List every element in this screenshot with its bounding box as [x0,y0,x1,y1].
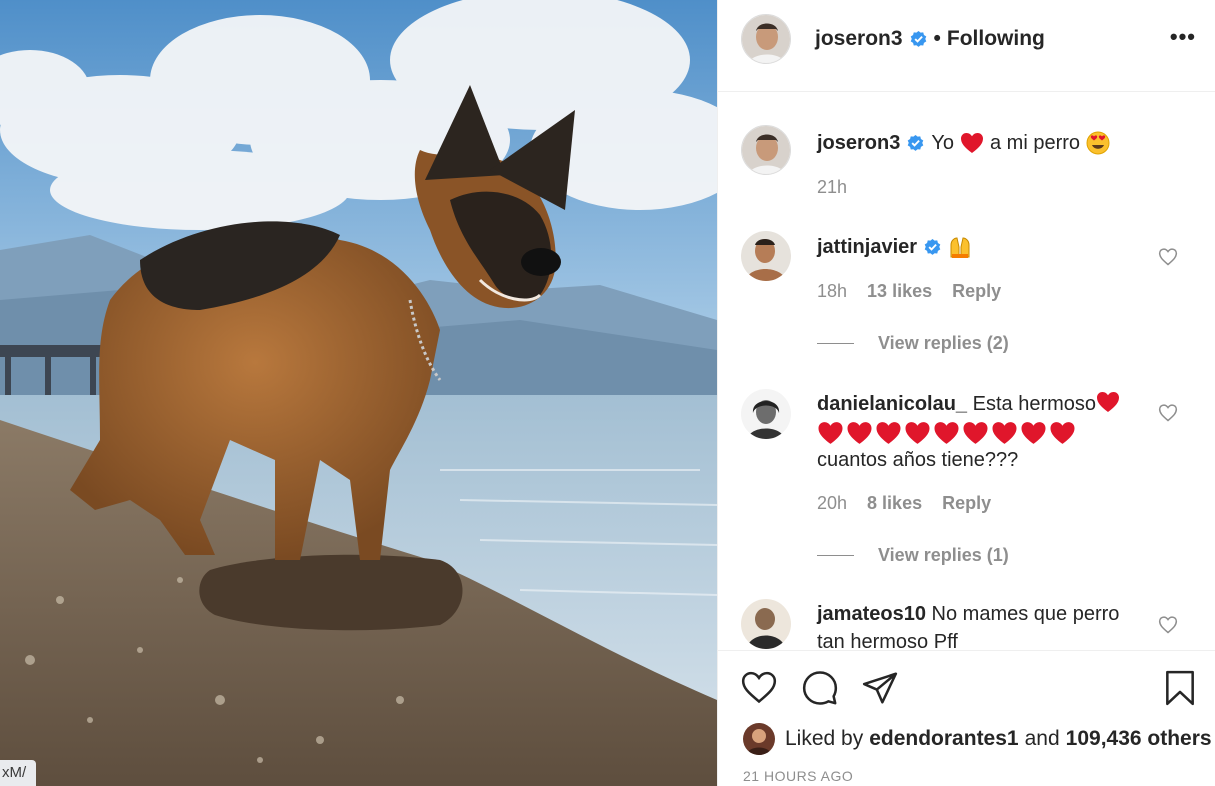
raising-hands-emoji [950,237,970,258]
author-avatar[interactable] [741,14,791,64]
caption-username[interactable]: joseron3 [817,129,900,157]
comments-list[interactable]: joseron3 Yo a mi perro 21h jattinjavier … [718,93,1215,650]
comment-like-heart-icon[interactable] [1158,403,1178,423]
liked-by-count[interactable]: 109,436 others [1066,727,1212,751]
commenter-username[interactable]: jamateos10 [817,603,926,625]
comment-meta: 20h 8 likes Reply [817,493,991,514]
view-replies-button[interactable]: View replies (2) [817,333,1009,354]
liked-by-and: and [1024,727,1060,750]
commenter-username[interactable]: jattinjavier [817,233,917,261]
caption-text-before: Yo [931,132,954,154]
red-heart-emoji [818,421,843,444]
heart-eyes-emoji [1086,131,1110,155]
caption-meta: 21h [817,177,847,198]
comment-body: Esta hermoso [972,393,1097,415]
reply-button[interactable]: Reply [952,281,1001,302]
comment-like-heart-icon[interactable] [1158,247,1178,267]
post-header: joseron3 • Following ••• [718,0,1215,92]
share-plane-icon[interactable] [861,669,899,707]
post-actions: Liked by edendorantes1 and 109,436 other… [718,650,1215,786]
verified-badge-icon [910,30,926,47]
replies-divider [817,343,854,344]
comment-bubble-icon[interactable] [801,669,839,707]
red-heart-emoji [1021,421,1046,444]
caption-text: joseron3 Yo a mi perro [817,129,1197,157]
liked-by-row: Liked by edendorantes1 and 109,436 other… [743,723,1212,755]
comment-like-heart-icon[interactable] [1158,615,1178,635]
verified-badge-icon [924,238,941,255]
comment-likes[interactable]: 8 likes [867,493,922,514]
liker-avatar[interactable] [743,723,775,755]
caption-time[interactable]: 21h [817,177,847,198]
bookmark-icon[interactable] [1161,669,1199,707]
post-timestamp[interactable]: 21 HOURS AGO [743,768,853,784]
view-replies-button[interactable]: View replies (1) [817,545,1009,566]
liked-by-user[interactable]: edendorantes1 [869,727,1018,751]
reply-button[interactable]: Reply [942,493,991,514]
commenter-avatar[interactable] [741,231,791,281]
verified-badge-icon [908,134,924,151]
heart-outline-icon[interactable] [740,669,778,707]
more-options-icon[interactable]: ••• [1170,24,1196,50]
post-photo[interactable]: xM/ [0,0,717,786]
url-chip: xM/ [0,760,37,786]
caption-avatar[interactable] [741,125,791,175]
red-heart-emoji [1097,392,1120,412]
replies-divider [817,555,854,556]
comment-time[interactable]: 20h [817,493,847,514]
comment-body-line3: cuantos años tiene??? [817,449,1019,471]
dog-photo [0,0,717,786]
commenter-username[interactable]: danielanicolau_ [817,393,967,415]
comment-likes[interactable]: 13 likes [867,281,932,302]
commenter-avatar[interactable] [741,599,791,649]
following-button[interactable]: Following [947,27,1045,51]
comment-text: jattinjavier [817,233,1147,261]
red-heart-emoji [963,421,988,444]
post-side-panel: joseron3 • Following ••• joseron3 Yo a m… [717,0,1215,786]
author-username[interactable]: joseron3 [815,27,903,51]
comment-meta: 18h 13 likes Reply [817,281,1001,302]
view-replies-label: View replies (1) [878,545,1009,565]
comment-text: jamateos10 No mames que perro tan hermos… [817,600,1147,650]
red-heart-emoji [992,421,1017,444]
red-heart-emoji [905,421,930,444]
commenter-avatar[interactable] [741,389,791,439]
header-username-row: joseron3 • Following [815,27,1045,51]
liked-by-prefix: Liked by [785,727,864,750]
caption-text-after: a mi perro [990,132,1081,154]
comment-time[interactable]: 18h [817,281,847,302]
separator-dot: • [933,27,941,50]
red-heart-emoji [961,133,983,153]
view-replies-label: View replies (2) [878,333,1009,353]
heart-emoji-row [817,421,1076,445]
red-heart-emoji [1050,421,1075,444]
red-heart-emoji [847,421,872,444]
comment-text: danielanicolau_ Esta hermoso cuantos año… [817,390,1137,474]
red-heart-emoji [876,421,901,444]
red-heart-emoji [934,421,959,444]
